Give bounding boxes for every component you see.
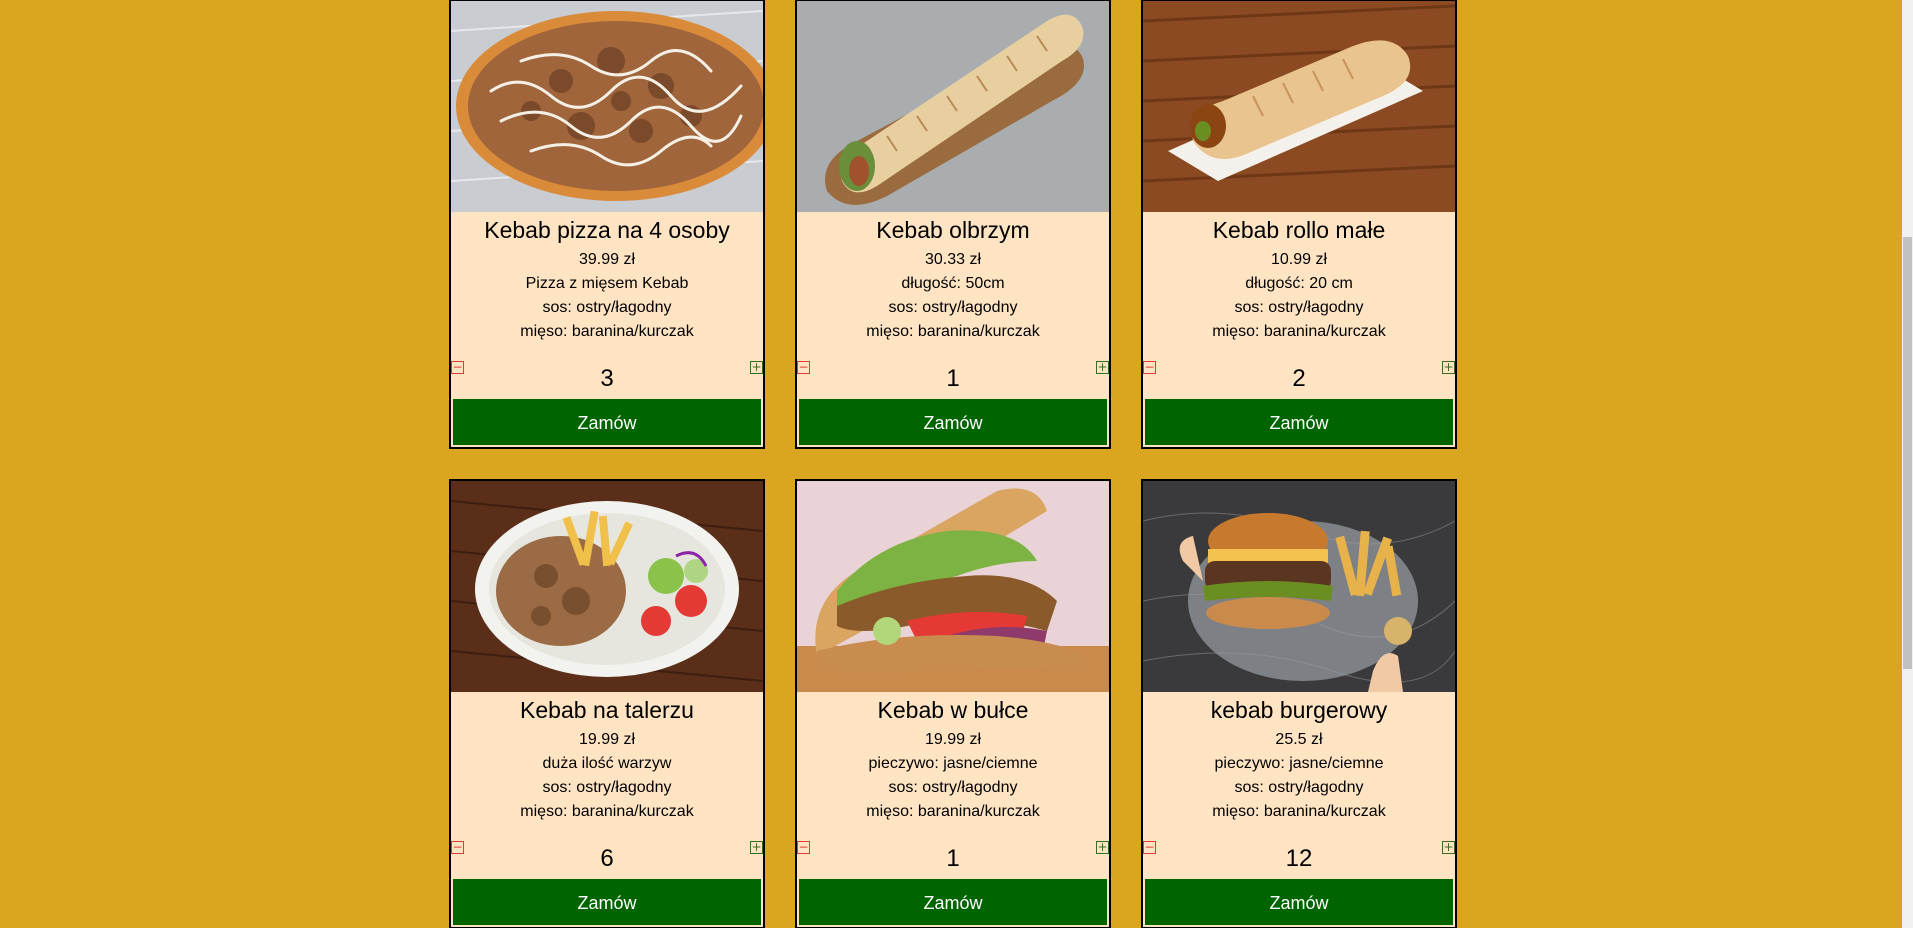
product-name: Kebab pizza na 4 osoby	[484, 217, 730, 243]
order-button[interactable]: Zamów	[799, 399, 1107, 445]
product-name: kebab burgerowy	[1210, 697, 1388, 723]
product-price: 30.33 zł	[924, 251, 982, 268]
product-detail: mięso: baranina/kurczak	[520, 803, 694, 820]
order-button[interactable]: Zamów	[453, 879, 761, 925]
product-detail: pieczywo: jasne/ciemne	[1214, 755, 1384, 772]
quantity-value: 1	[946, 365, 960, 392]
quantity-stepper: − 1 +	[797, 361, 1109, 393]
product-detail: mięso: baranina/kurczak	[1212, 803, 1386, 820]
quantity-value: 12	[1285, 845, 1313, 872]
wrap-on-board-photo	[797, 1, 1109, 212]
increase-quantity-button[interactable]: +	[750, 841, 763, 854]
quantity-stepper: − 3 +	[451, 361, 763, 393]
increase-quantity-button[interactable]: +	[1442, 841, 1455, 854]
product-detail: mięso: baranina/kurczak	[520, 323, 694, 340]
product-card: Kebab na talerzu 19.99 zł duża ilość war…	[449, 479, 765, 928]
product-price: 19.99 zł	[578, 731, 636, 748]
product-card: kebab burgerowy 25.5 zł pieczywo: jasne/…	[1141, 479, 1457, 928]
product-detail: sos: ostry/łagodny	[1234, 779, 1364, 796]
quantity-value: 6	[600, 845, 614, 872]
product-price: 39.99 zł	[578, 251, 636, 268]
product-card: Kebab pizza na 4 osoby 39.99 zł Pizza z …	[449, 0, 765, 449]
pizza-photo	[451, 1, 763, 212]
product-detail: duża ilość warzyw	[542, 755, 672, 772]
product-detail: mięso: baranina/kurczak	[866, 803, 1040, 820]
product-detail: pieczywo: jasne/ciemne	[868, 755, 1038, 772]
kebab-plate-photo	[451, 481, 763, 692]
product-detail: sos: ostry/łagodny	[542, 779, 672, 796]
product-card: Kebab rollo małe 10.99 zł długość: 20 cm…	[1141, 0, 1457, 449]
quantity-stepper: − 6 +	[451, 841, 763, 873]
product-name: Kebab na talerzu	[520, 697, 694, 723]
product-card: Kebab w bułce 19.99 zł pieczywo: jasne/c…	[795, 479, 1111, 928]
product-detail: mięso: baranina/kurczak	[1212, 323, 1386, 340]
product-detail: długość: 20 cm	[1245, 275, 1353, 292]
product-name: Kebab w bułce	[877, 697, 1029, 723]
vertical-scrollbar[interactable]	[1902, 0, 1913, 928]
quantity-value: 2	[1292, 365, 1306, 392]
product-price: 19.99 zł	[924, 731, 982, 748]
burger-photo	[1143, 481, 1455, 692]
increase-quantity-button[interactable]: +	[1096, 841, 1109, 854]
increase-quantity-button[interactable]: +	[1442, 361, 1455, 374]
product-detail: sos: ostry/łagodny	[1234, 299, 1364, 316]
product-detail: sos: ostry/łagodny	[542, 299, 672, 316]
product-detail: długość: 50cm	[901, 275, 1005, 292]
quantity-stepper: − 2 +	[1143, 361, 1455, 393]
quantity-stepper: − 12 +	[1143, 841, 1455, 873]
product-price: 25.5 zł	[1275, 731, 1323, 748]
order-button[interactable]: Zamów	[453, 399, 761, 445]
increase-quantity-button[interactable]: +	[1096, 361, 1109, 374]
product-name: Kebab olbrzym	[876, 217, 1030, 243]
kebab-bun-photo	[797, 481, 1109, 692]
quantity-value: 1	[946, 845, 960, 872]
product-detail: mięso: baranina/kurczak	[866, 323, 1040, 340]
product-card: Kebab olbrzym 30.33 zł długość: 50cm sos…	[795, 0, 1111, 449]
quantity-stepper: − 1 +	[797, 841, 1109, 873]
product-detail: sos: ostry/łagodny	[888, 779, 1018, 796]
product-name: Kebab rollo małe	[1212, 217, 1386, 243]
quantity-value: 3	[600, 365, 614, 392]
order-button[interactable]: Zamów	[1145, 399, 1453, 445]
product-grid: Kebab pizza na 4 osoby 39.99 zł Pizza z …	[449, 0, 1457, 928]
scrollbar-thumb[interactable]	[1903, 237, 1912, 669]
increase-quantity-button[interactable]: +	[750, 361, 763, 374]
product-detail: Pizza z mięsem Kebab	[525, 275, 689, 292]
order-button[interactable]: Zamów	[1145, 879, 1453, 925]
order-button[interactable]: Zamów	[799, 879, 1107, 925]
menu-page: Kebab pizza na 4 osoby 39.99 zł Pizza z …	[0, 0, 1902, 928]
product-detail: sos: ostry/łagodny	[888, 299, 1018, 316]
wrap-on-plate-photo	[1143, 1, 1455, 212]
product-price: 10.99 zł	[1270, 251, 1328, 268]
